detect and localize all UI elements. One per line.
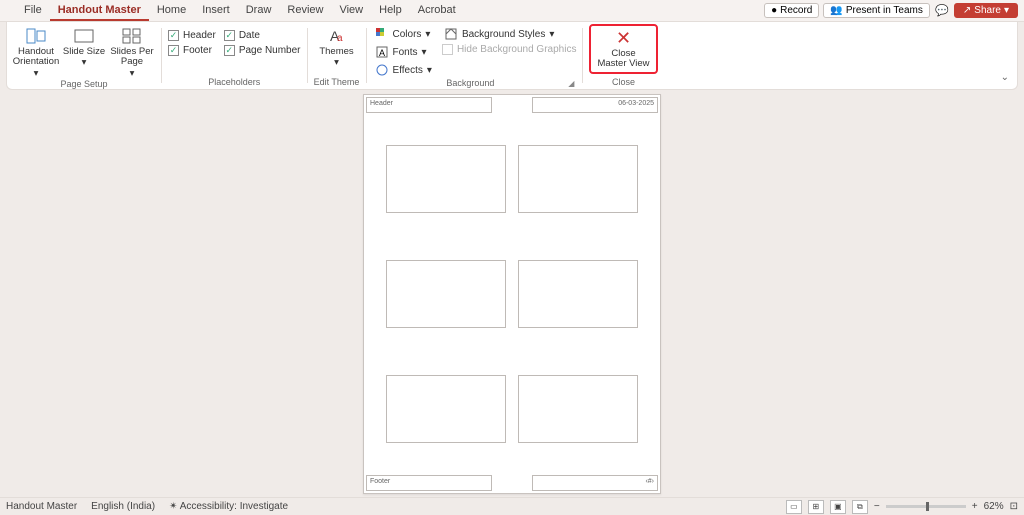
- chevron-down-icon: ▾: [34, 69, 39, 79]
- group-label: Placeholders: [168, 77, 301, 89]
- group-placeholders: Header Footer Date Page Number Placehold…: [162, 22, 307, 89]
- tab-help[interactable]: Help: [371, 1, 410, 21]
- checkbox-hide-bg: Hide Background Graphics: [442, 44, 577, 55]
- zoom-thumb[interactable]: [926, 502, 929, 511]
- view-normal-button[interactable]: ▭: [786, 500, 802, 514]
- zoom-out-button[interactable]: −: [874, 501, 880, 512]
- tab-insert[interactable]: Insert: [194, 1, 238, 21]
- fit-button[interactable]: ⊡: [1010, 501, 1018, 512]
- status-accessibility[interactable]: ✴ Accessibility: Investigate: [169, 501, 288, 512]
- slide-placeholder[interactable]: [386, 260, 506, 328]
- group-background: Colors ▾ AFonts ▾ Effects ▾ Background S…: [367, 22, 583, 89]
- share-button[interactable]: ↗Share ▾: [954, 3, 1018, 18]
- view-slideshow-button[interactable]: ⧉: [852, 500, 868, 514]
- group-close: ✕ CloseMaster View Close: [583, 22, 663, 89]
- placeholder-page-number[interactable]: ‹#›: [532, 475, 658, 491]
- tab-view[interactable]: View: [331, 1, 371, 21]
- record-button[interactable]: ●Record: [764, 3, 819, 18]
- slides-per-page-icon: [121, 26, 143, 46]
- tab-home[interactable]: Home: [149, 1, 194, 21]
- fonts-icon: A: [375, 45, 389, 59]
- slide-placeholder[interactable]: [518, 145, 638, 213]
- accessibility-icon: ✴: [169, 501, 180, 512]
- ribbon-collapse[interactable]: ⌄: [993, 22, 1017, 89]
- checkbox-header[interactable]: Header: [168, 30, 216, 41]
- placeholder-date[interactable]: 06-03-2025: [532, 97, 658, 113]
- themes-button[interactable]: Aa Themes▾: [314, 24, 360, 69]
- group-label: Edit Theme: [314, 77, 360, 89]
- share-icon: ↗: [963, 5, 971, 16]
- slides-per-page-button[interactable]: Slides Per Page▾: [109, 24, 155, 79]
- comments-icon[interactable]: 💬: [934, 3, 950, 19]
- slide-placeholder[interactable]: [386, 145, 506, 213]
- status-language[interactable]: English (India): [91, 501, 155, 512]
- checkbox-date[interactable]: Date: [224, 30, 301, 41]
- menu-tabs: File Handout Master Home Insert Draw Rev…: [0, 1, 464, 21]
- slide-placeholder[interactable]: [386, 375, 506, 443]
- group-edit-theme: Aa Themes▾ Edit Theme: [308, 22, 366, 89]
- bg-styles-button[interactable]: Background Styles ▾: [442, 26, 577, 42]
- checkbox-footer[interactable]: Footer: [168, 45, 216, 56]
- tab-review[interactable]: Review: [279, 1, 331, 21]
- handout-page[interactable]: Header 06-03-2025 Footer ‹#›: [363, 94, 661, 494]
- tab-handout-master[interactable]: Handout Master: [50, 1, 149, 21]
- teams-icon: 👥: [830, 5, 842, 16]
- effects-button[interactable]: Effects ▾: [373, 62, 434, 78]
- effects-icon: [375, 63, 389, 77]
- svg-text:A: A: [379, 48, 385, 58]
- menubar: File Handout Master Home Insert Draw Rev…: [0, 0, 1024, 22]
- colors-button[interactable]: Colors ▾: [373, 26, 434, 42]
- colors-icon: [375, 27, 389, 41]
- checkbox-page-number[interactable]: Page Number: [224, 45, 301, 56]
- chevron-down-icon: ▾: [130, 69, 135, 79]
- chevron-down-icon: ⌄: [1001, 72, 1009, 89]
- slide-size-icon: [73, 26, 95, 46]
- close-master-view-button[interactable]: ✕ CloseMaster View: [589, 24, 657, 74]
- status-mode: Handout Master: [6, 501, 77, 512]
- slide-size-button[interactable]: Slide Size▾: [61, 24, 107, 69]
- fonts-button[interactable]: AFonts ▾: [373, 44, 434, 60]
- chevron-down-icon: ▾: [334, 58, 339, 68]
- group-label: Background: [373, 78, 569, 90]
- view-sorter-button[interactable]: ⊞: [808, 500, 824, 514]
- record-icon: ●: [771, 5, 777, 16]
- zoom-slider[interactable]: [886, 505, 966, 508]
- view-reading-button[interactable]: ▣: [830, 500, 846, 514]
- slide-placeholder[interactable]: [518, 375, 638, 443]
- placeholder-header[interactable]: Header: [366, 97, 492, 113]
- bg-styles-icon: [444, 27, 458, 41]
- group-label: Close: [589, 77, 657, 89]
- dialog-launcher-icon[interactable]: ◢: [568, 79, 576, 90]
- zoom-level[interactable]: 62%: [984, 501, 1004, 512]
- orientation-icon: [25, 26, 47, 46]
- slide-placeholder[interactable]: [518, 260, 638, 328]
- ribbon: Handout Orientation▾ Slide Size▾ Slides …: [6, 22, 1018, 90]
- handout-orientation-button[interactable]: Handout Orientation▾: [13, 24, 59, 79]
- canvas: Header 06-03-2025 Footer ‹#›: [0, 90, 1024, 497]
- tab-draw[interactable]: Draw: [238, 1, 280, 21]
- themes-icon: Aa: [326, 26, 348, 46]
- chevron-down-icon: ▾: [1004, 5, 1009, 16]
- tab-file[interactable]: File: [16, 1, 50, 21]
- chevron-down-icon: ▾: [82, 58, 87, 68]
- group-page-setup: Handout Orientation▾ Slide Size▾ Slides …: [7, 22, 161, 89]
- svg-text:a: a: [337, 33, 343, 44]
- titlebar-right: ●Record 👥Present in Teams 💬 ↗Share ▾: [764, 3, 1024, 19]
- zoom-in-button[interactable]: +: [972, 501, 978, 512]
- status-bar: Handout Master English (India) ✴ Accessi…: [0, 497, 1024, 515]
- close-icon: ✕: [616, 28, 631, 49]
- placeholder-footer[interactable]: Footer: [366, 475, 492, 491]
- present-teams-button[interactable]: 👥Present in Teams: [823, 3, 930, 18]
- tab-acrobat[interactable]: Acrobat: [410, 1, 464, 21]
